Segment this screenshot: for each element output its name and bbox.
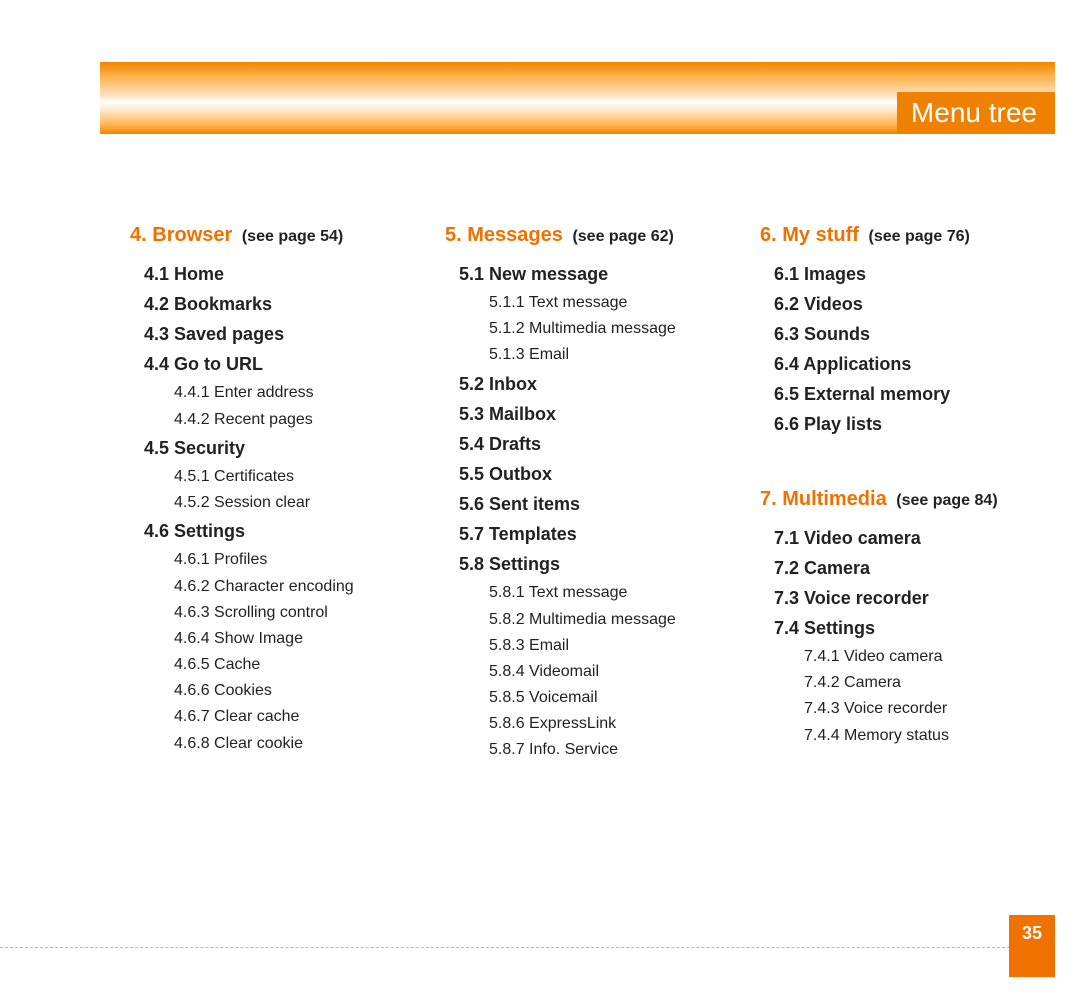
section-name: My stuff <box>782 224 859 246</box>
menu-subitem: 5.8.2 Multimedia message <box>489 608 740 631</box>
menu-section: 5. Messages (see page 62) 5.1 New message… <box>445 224 740 762</box>
menu-subitem: 4.6.8 Clear cookie <box>174 732 425 755</box>
menu-subitem: 4.6.4 Show Image <box>174 627 425 650</box>
menu-item: 5.3 Mailbox <box>459 401 740 427</box>
menu-item: 4.5 Security <box>144 435 425 461</box>
section-number: 5. <box>445 224 462 246</box>
menu-item: 7.4 Settings <box>774 615 1055 641</box>
section-see-page: (see page 84) <box>896 492 997 509</box>
menu-subitem: 5.1.3 Email <box>489 343 740 366</box>
menu-subitem: 4.6.7 Clear cache <box>174 705 425 728</box>
document-page: Menu tree 4. Browser (see page 54) 4.1 Ho… <box>0 0 1080 1003</box>
menu-item: 4.4 Go to URL <box>144 351 425 377</box>
menu-item: 6.6 Play lists <box>774 411 1055 437</box>
section-heading: 4. Browser (see page 54) <box>130 224 425 247</box>
menu-subitem: 7.4.1 Video camera <box>804 645 1055 668</box>
page-number: 35 <box>1009 915 1055 977</box>
menu-section: 4. Browser (see page 54) 4.1 Home 4.2 Book… <box>130 224 425 755</box>
menu-subitem: 4.4.1 Enter address <box>174 381 425 404</box>
menu-item: 6.4 Applications <box>774 351 1055 377</box>
section-name: Browser <box>152 224 232 246</box>
menu-subitem: 4.6.2 Character encoding <box>174 575 425 598</box>
menu-subitem: 5.8.4 Videomail <box>489 660 740 683</box>
menu-subitem: 5.8.5 Voicemail <box>489 686 740 709</box>
section-number: 7. <box>760 488 777 510</box>
menu-item: 7.1 Video camera <box>774 525 1055 551</box>
menu-item: 7.2 Camera <box>774 555 1055 581</box>
menu-item: 5.6 Sent items <box>459 491 740 517</box>
menu-subitem: 4.6.6 Cookies <box>174 679 425 702</box>
menu-section: 7. Multimedia (see page 84) 7.1 Video cam… <box>760 488 1055 747</box>
menu-item: 4.1 Home <box>144 261 425 287</box>
menu-subitem: 4.5.1 Certificates <box>174 465 425 488</box>
menu-item: 6.1 Images <box>774 261 1055 287</box>
menu-item: 6.5 External memory <box>774 381 1055 407</box>
menu-item: 6.2 Videos <box>774 291 1055 317</box>
menu-subitem: 5.8.6 ExpressLink <box>489 712 740 735</box>
section-see-page: (see page 62) <box>572 228 673 245</box>
section-name: Messages <box>467 224 563 246</box>
menu-subitem: 5.8.1 Text message <box>489 581 740 604</box>
section-heading: 7. Multimedia (see page 84) <box>760 488 1055 511</box>
menu-subitem: 5.8.7 Info. Service <box>489 738 740 761</box>
section-heading: 6. My stuff (see page 76) <box>760 224 1055 247</box>
menu-subitem: 4.6.5 Cache <box>174 653 425 676</box>
section-number: 4. <box>130 224 147 246</box>
menu-item: 7.3 Voice recorder <box>774 585 1055 611</box>
menu-subitem: 4.4.2 Recent pages <box>174 408 425 431</box>
column: 6. My stuff (see page 76) 6.1 Images 6.2 V… <box>760 224 1055 812</box>
menu-subitem: 5.1.2 Multimedia message <box>489 317 740 340</box>
section-name: Multimedia <box>782 488 886 510</box>
menu-item: 4.3 Saved pages <box>144 321 425 347</box>
menu-subitem: 4.6.3 Scrolling control <box>174 601 425 624</box>
section-number: 6. <box>760 224 777 246</box>
menu-subitem: 5.1.1 Text message <box>489 291 740 314</box>
menu-tree-content: 4. Browser (see page 54) 4.1 Home 4.2 Book… <box>100 134 1055 812</box>
section-heading: 5. Messages (see page 62) <box>445 224 740 247</box>
menu-subitem: 7.4.4 Memory status <box>804 724 1055 747</box>
menu-subitem: 7.4.3 Voice recorder <box>804 697 1055 720</box>
menu-subitem: 4.5.2 Session clear <box>174 491 425 514</box>
menu-item: 5.7 Templates <box>459 521 740 547</box>
menu-item: 5.8 Settings <box>459 551 740 577</box>
column: 5. Messages (see page 62) 5.1 New message… <box>445 224 740 812</box>
menu-subitem: 4.6.1 Profiles <box>174 548 425 571</box>
footer-rule <box>0 947 1055 948</box>
menu-subitem: 7.4.2 Camera <box>804 671 1055 694</box>
menu-item: 5.1 New message <box>459 261 740 287</box>
menu-item: 6.3 Sounds <box>774 321 1055 347</box>
menu-item: 5.5 Outbox <box>459 461 740 487</box>
column: 4. Browser (see page 54) 4.1 Home 4.2 Book… <box>130 224 425 812</box>
menu-item: 5.2 Inbox <box>459 371 740 397</box>
menu-item: 4.6 Settings <box>144 518 425 544</box>
menu-section: 6. My stuff (see page 76) 6.1 Images 6.2 V… <box>760 224 1055 438</box>
page-title: Menu tree <box>897 92 1055 134</box>
menu-item: 4.2 Bookmarks <box>144 291 425 317</box>
section-see-page: (see page 76) <box>868 228 969 245</box>
menu-item: 5.4 Drafts <box>459 431 740 457</box>
section-see-page: (see page 54) <box>242 228 343 245</box>
header-bar: Menu tree <box>100 62 1055 134</box>
menu-subitem: 5.8.3 Email <box>489 634 740 657</box>
